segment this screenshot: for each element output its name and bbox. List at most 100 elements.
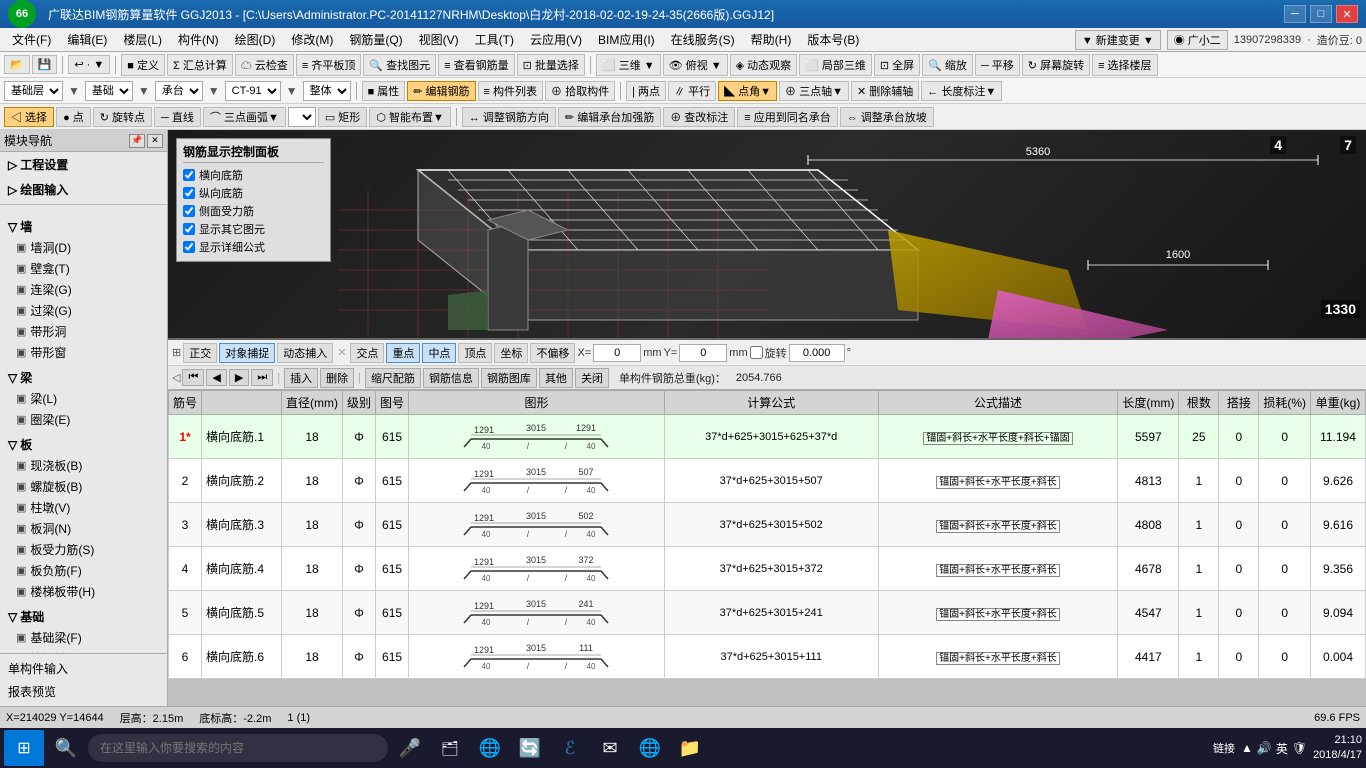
sidebar-item-spiralslab[interactable]: ▣ 螺旋板(B) [0, 476, 167, 497]
sidebar-item-bandwindow[interactable]: ▣ 带形窗 [0, 342, 167, 363]
cp-show-formula-check[interactable] [183, 241, 195, 253]
table-row[interactable]: 3横向底筋.318Φ615 1291 3015 502 40 40 / / [169, 503, 1366, 547]
taskbar-edge-icon[interactable]: ℰ [552, 730, 588, 766]
rebar-next-button[interactable]: ▶ [229, 369, 249, 386]
point-button[interactable]: ● 点 [56, 107, 91, 127]
sidebar-item-slabhole[interactable]: ▣ 板洞(N) [0, 518, 167, 539]
layer-select[interactable]: 基础层 [4, 81, 63, 101]
sum-button[interactable]: Σ 汇总计算 [167, 54, 233, 76]
flatten-button[interactable]: ─ 平移 [975, 54, 1020, 76]
taskbar-folder-icon[interactable]: 📁 [672, 730, 708, 766]
two-point-button[interactable]: | 两点 [626, 81, 666, 101]
cp-show-elements[interactable]: 显示其它图元 [183, 221, 324, 237]
open-button[interactable]: 📂 [4, 55, 30, 74]
systray-vol[interactable]: 🔊 [1257, 741, 1272, 755]
rebar-insert-button[interactable]: 插入 [284, 368, 318, 388]
check-mark-button[interactable]: ⊕ 查改标注 [663, 107, 735, 127]
menu-view[interactable]: 视图(V) [411, 29, 467, 50]
viewrebar-button[interactable]: ≡ 查看钢筋量 [438, 54, 514, 76]
sidebar-item-slabforce[interactable]: ▣ 板受力筋(S) [0, 539, 167, 560]
taskbar-mail-icon[interactable]: ✉ [592, 730, 628, 766]
table-row[interactable]: 2横向底筋.218Φ615 1291 3015 507 40 40 / / [169, 459, 1366, 503]
table-row[interactable]: 1*横向底筋.118Φ615 1291 3015 1291 40 40 / / [169, 415, 1366, 459]
nooffset-button[interactable]: 不偏移 [530, 343, 575, 363]
batchselect-button[interactable]: ⊡ 批量选择 [517, 54, 585, 76]
cp-transverse-check[interactable] [183, 169, 195, 181]
whole-select[interactable]: 整体 [303, 81, 351, 101]
dynamic-button[interactable]: 动态捕入 [277, 343, 333, 363]
cp-longitudinal[interactable]: 纵向底筋 [183, 185, 324, 201]
sidebar-item-slabneg[interactable]: ▣ 板负筋(F) [0, 560, 167, 581]
systray-input[interactable]: 英 [1276, 740, 1288, 757]
rebar-first-button[interactable]: ⏮ [182, 369, 204, 386]
x-input[interactable] [593, 344, 641, 362]
pilecap-select[interactable]: 承台 [155, 81, 203, 101]
taskbar-search-input[interactable] [88, 734, 388, 762]
y-input[interactable] [679, 344, 727, 362]
corner-button[interactable]: ◣ 点角▼ [718, 81, 777, 101]
sidebar-item-slabpedestal[interactable]: ▣ 柱墩(V) [0, 497, 167, 518]
sidebar-item-draw[interactable]: ▷ 绘图输入 [0, 179, 167, 200]
sidebar-item-coupling[interactable]: ▣ 连梁(G) [0, 279, 167, 300]
edit-rebar-button[interactable]: ✏ 编辑钢筋 [407, 81, 475, 101]
line-button[interactable]: ─ 直线 [154, 107, 201, 127]
table-scroll[interactable]: 筋号 直径(mm) 级别 图号 图形 计算公式 公式描述 长度(mm) 根数 [168, 390, 1366, 706]
cp-side-check[interactable] [183, 205, 195, 217]
cp-show-formula[interactable]: 显示详细公式 [183, 239, 324, 255]
sidebar-item-walldoor[interactable]: ▣ 墙洞(D) [0, 237, 167, 258]
findelement-button[interactable]: 🔍 查找图元 [363, 54, 436, 76]
rotate-check[interactable] [750, 346, 763, 359]
sidebar-item-settings[interactable]: ▷ 工程设置 [0, 154, 167, 175]
apply-same-button[interactable]: ≡ 应用到同名承台 [737, 107, 837, 127]
rebar-library-button[interactable]: 钢筋图库 [481, 368, 537, 388]
3d-viewport[interactable]: 5360 1600 钢筋显示控制面板 横向底筋 [168, 130, 1366, 340]
objectsnap-button[interactable]: 对象捕捉 [219, 343, 275, 363]
parallel-button[interactable]: ∥ 平行 [668, 81, 716, 101]
cloudcheck-button[interactable]: ☁ 云检查 [235, 54, 294, 76]
local3d-button[interactable]: ⬜ 局部三维 [799, 54, 872, 76]
smart-layout-button[interactable]: ⬡ 智能布置▼ [369, 107, 451, 127]
table-row[interactable]: 4横向底筋.418Φ615 1291 3015 372 40 40 / / [169, 547, 1366, 591]
menu-modify[interactable]: 修改(M) [283, 29, 341, 50]
menu-member[interactable]: 构件(N) [170, 29, 227, 50]
length-mark-button[interactable]: ← 长度标注▼ [921, 81, 1002, 101]
menu-cloud[interactable]: 云应用(V) [522, 29, 590, 50]
attribute-button[interactable]: ■ 属性 [362, 81, 406, 101]
menu-bim[interactable]: BIM应用(I) [590, 29, 663, 50]
single-member-input[interactable]: 单构件输入 [0, 657, 167, 680]
sidebar-item-lintel[interactable]: ▣ 过梁(G) [0, 300, 167, 321]
define-button[interactable]: ■ 定义 [121, 54, 165, 76]
levelboard-button[interactable]: ≡ 齐平板顶 [296, 54, 361, 76]
start-button[interactable]: ⊞ [4, 730, 44, 766]
sidebar-item-foundation-section[interactable]: ▽ 基础 [0, 606, 167, 627]
menu-edit[interactable]: 编辑(E) [59, 29, 115, 50]
dynamic-button[interactable]: ◈ 动态观察 [730, 54, 798, 76]
systray-network[interactable]: ▲ [1241, 741, 1253, 755]
rebar-close-button[interactable]: 关闭 [575, 368, 609, 388]
sidebar-item-beam-section[interactable]: ▽ 梁 [0, 367, 167, 388]
taskbar-mic-icon[interactable]: 🎤 [392, 730, 428, 766]
taskbar-network-icon[interactable]: 🌐 [632, 730, 668, 766]
fullscreen-button[interactable]: ⊡ 全屏 [874, 54, 920, 76]
report-preview[interactable]: 报表预览 [0, 680, 167, 703]
shape-select[interactable] [288, 107, 316, 127]
sidebar-item-bandhole[interactable]: ▣ 带形洞 [0, 321, 167, 342]
close-button[interactable]: ✕ [1336, 5, 1358, 23]
select-button[interactable]: ◁ 选择 [4, 107, 54, 127]
menu-floor[interactable]: 楼层(L) [115, 29, 170, 50]
cp-longitudinal-check[interactable] [183, 187, 195, 199]
menu-rebarqty[interactable]: 钢筋量(Q) [341, 29, 410, 50]
threed-button[interactable]: ⬜ 三维 ▼ [596, 54, 661, 76]
new-change-button[interactable]: ▼ 新建变更 ▼ [1075, 30, 1161, 50]
zoom-button[interactable]: 🔍 缩放 [922, 54, 973, 76]
menu-help[interactable]: 帮助(H) [743, 29, 800, 50]
restore-button[interactable]: □ [1310, 5, 1332, 23]
sidebar-item-slab-section[interactable]: ▽ 板 [0, 434, 167, 455]
sidebar-item-niche[interactable]: ▣ 壁龛(T) [0, 258, 167, 279]
menu-version[interactable]: 版本号(B) [799, 29, 867, 50]
rotate-input[interactable] [789, 344, 845, 362]
sidebar-close-button[interactable]: ✕ [147, 134, 163, 148]
adjust-cap-button[interactable]: ⇔ 调整承台放坡 [840, 107, 934, 127]
taskbar-store-icon[interactable]: 🗂 [432, 730, 468, 766]
midpoint2-button[interactable]: 中点 [422, 343, 456, 363]
